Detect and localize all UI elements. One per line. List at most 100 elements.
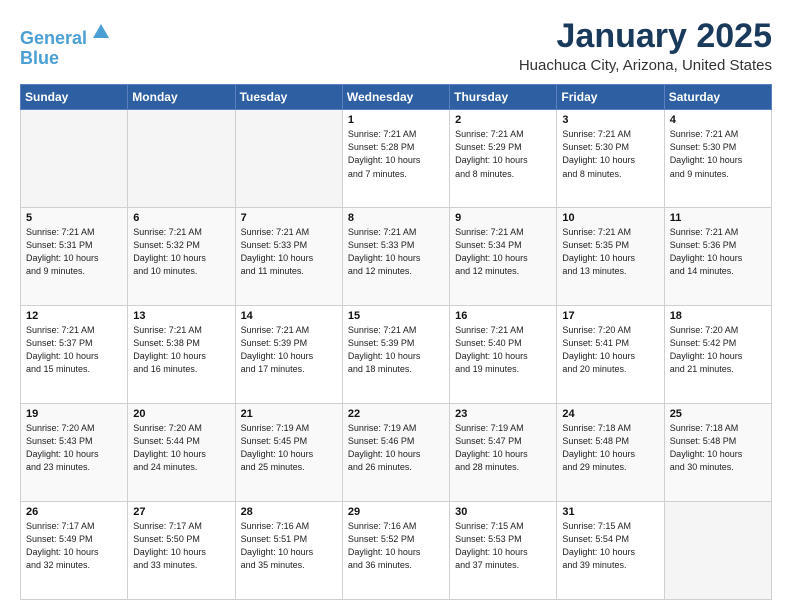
calendar-cell: 23 Sunrise: 7:19 AM Sunset: 5:47 PM Dayli… [450,404,557,502]
day-info: Sunrise: 7:20 AM Sunset: 5:42 PM Dayligh… [670,324,766,376]
day-number: 23 [455,408,551,420]
calendar-cell: 11Sunrise: 7:21 AM Sunset: 5:36 PM Dayli… [664,208,771,306]
day-number: 19 [26,408,122,420]
calendar-cell: 9Sunrise: 7:21 AM Sunset: 5:34 PM Daylig… [450,208,557,306]
day-info: Sunrise: 7:21 AM Sunset: 5:30 PM Dayligh… [562,128,658,180]
calendar-header-thursday: Thursday [450,85,557,110]
header: General Blue January 2025 Huachuca City,… [20,18,772,74]
page: General Blue January 2025 Huachuca City,… [0,0,792,612]
day-info: Sunrise: 7:20 AM Sunset: 5:43 PM Dayligh… [26,422,122,474]
day-info: Sunrise: 7:16 AM Sunset: 5:52 PM Dayligh… [348,520,444,572]
calendar-cell: 27Sunrise: 7:17 AM Sunset: 5:50 PM Dayli… [128,502,235,600]
day-number: 30 [455,506,551,518]
calendar-cell: 8 Sunrise: 7:21 AM Sunset: 5:33 PM Daylig… [342,208,449,306]
day-number: 29 [348,506,444,518]
calendar-cell: 12 Sunrise: 7:21 AM Sunset: 5:37 PM Dayli… [21,306,128,404]
day-number: 4 [670,114,766,126]
calendar-cell: 14 Sunrise: 7:21 AM Sunset: 5:39 PM Dayli… [235,306,342,404]
day-number: 18 [670,310,766,322]
calendar-cell: 13 Sunrise: 7:21 AM Sunset: 5:38 PM Dayli… [128,306,235,404]
calendar-cell: 22Sunrise: 7:19 AM Sunset: 5:46 PM Dayli… [342,404,449,502]
calendar-table: SundayMondayTuesdayWednesdayThursdayFrid… [20,84,772,600]
calendar-cell: 29 Sunrise: 7:16 AM Sunset: 5:52 PM Dayli… [342,502,449,600]
title-block: January 2025 Huachuca City, Arizona, Uni… [519,18,772,74]
day-info: Sunrise: 7:15 AM Sunset: 5:53 PM Dayligh… [455,520,551,572]
day-info: Sunrise: 7:21 AM Sunset: 5:28 PM Dayligh… [348,128,444,180]
day-info: Sunrise: 7:20 AM Sunset: 5:41 PM Dayligh… [562,324,658,376]
day-info: Sunrise: 7:18 AM Sunset: 5:48 PM Dayligh… [670,422,766,474]
calendar-cell: 31 Sunrise: 7:15 AM Sunset: 5:54 PM Dayli… [557,502,664,600]
logo-blue: Blue [20,48,59,68]
calendar-cell: 17 Sunrise: 7:20 AM Sunset: 5:41 PM Dayli… [557,306,664,404]
calendar-week-2: 5 Sunrise: 7:21 AM Sunset: 5:31 PM Daylig… [21,208,772,306]
day-info: Sunrise: 7:18 AM Sunset: 5:48 PM Dayligh… [562,422,658,474]
calendar-cell: 2Sunrise: 7:21 AM Sunset: 5:29 PM Daylig… [450,110,557,208]
calendar-cell: 4 Sunrise: 7:21 AM Sunset: 5:30 PM Daylig… [664,110,771,208]
calendar-cell: 3 Sunrise: 7:21 AM Sunset: 5:30 PM Daylig… [557,110,664,208]
calendar-header-monday: Monday [128,85,235,110]
day-number: 21 [241,408,337,420]
calendar-cell: 1 Sunrise: 7:21 AM Sunset: 5:28 PM Daylig… [342,110,449,208]
day-number: 11 [670,212,766,224]
day-info: Sunrise: 7:20 AM Sunset: 5:44 PM Dayligh… [133,422,229,474]
calendar-week-4: 19 Sunrise: 7:20 AM Sunset: 5:43 PM Dayli… [21,404,772,502]
calendar-cell [664,502,771,600]
day-info: Sunrise: 7:21 AM Sunset: 5:33 PM Dayligh… [348,226,444,278]
calendar-cell [235,110,342,208]
calendar-cell: 7Sunrise: 7:21 AM Sunset: 5:33 PM Daylig… [235,208,342,306]
calendar-cell: 18 Sunrise: 7:20 AM Sunset: 5:42 PM Dayli… [664,306,771,404]
day-number: 2 [455,114,551,126]
day-number: 28 [241,506,337,518]
calendar-cell [128,110,235,208]
calendar-header-tuesday: Tuesday [235,85,342,110]
day-info: Sunrise: 7:19 AM Sunset: 5:47 PM Dayligh… [455,422,551,474]
day-number: 8 [348,212,444,224]
day-number: 24 [562,408,658,420]
day-number: 7 [241,212,337,224]
calendar-cell: 25 Sunrise: 7:18 AM Sunset: 5:48 PM Dayli… [664,404,771,502]
calendar-header-sunday: Sunday [21,85,128,110]
logo: General Blue [20,22,113,69]
day-number: 13 [133,310,229,322]
logo-general: General [20,28,87,48]
calendar-cell: 28 Sunrise: 7:16 AM Sunset: 5:51 PM Dayli… [235,502,342,600]
day-number: 31 [562,506,658,518]
calendar-cell: 15 Sunrise: 7:21 AM Sunset: 5:39 PM Dayli… [342,306,449,404]
day-number: 1 [348,114,444,126]
day-number: 5 [26,212,122,224]
logo-text: General Blue [20,22,113,69]
day-info: Sunrise: 7:21 AM Sunset: 5:32 PM Dayligh… [133,226,229,278]
day-number: 15 [348,310,444,322]
day-info: Sunrise: 7:15 AM Sunset: 5:54 PM Dayligh… [562,520,658,572]
day-info: Sunrise: 7:21 AM Sunset: 5:31 PM Dayligh… [26,226,122,278]
day-number: 17 [562,310,658,322]
calendar-week-5: 26Sunrise: 7:17 AM Sunset: 5:49 PM Dayli… [21,502,772,600]
calendar-header-saturday: Saturday [664,85,771,110]
day-info: Sunrise: 7:17 AM Sunset: 5:50 PM Dayligh… [133,520,229,572]
day-number: 10 [562,212,658,224]
day-number: 22 [348,408,444,420]
day-info: Sunrise: 7:21 AM Sunset: 5:39 PM Dayligh… [241,324,337,376]
day-info: Sunrise: 7:21 AM Sunset: 5:30 PM Dayligh… [670,128,766,180]
day-info: Sunrise: 7:21 AM Sunset: 5:37 PM Dayligh… [26,324,122,376]
logo-icon [89,20,113,44]
day-number: 14 [241,310,337,322]
calendar-cell: 30 Sunrise: 7:15 AM Sunset: 5:53 PM Dayli… [450,502,557,600]
calendar-cell: 19 Sunrise: 7:20 AM Sunset: 5:43 PM Dayli… [21,404,128,502]
calendar-cell: 20Sunrise: 7:20 AM Sunset: 5:44 PM Dayli… [128,404,235,502]
main-title: January 2025 [519,18,772,55]
day-info: Sunrise: 7:21 AM Sunset: 5:39 PM Dayligh… [348,324,444,376]
day-number: 12 [26,310,122,322]
calendar-cell: 26Sunrise: 7:17 AM Sunset: 5:49 PM Dayli… [21,502,128,600]
calendar-cell: 6 Sunrise: 7:21 AM Sunset: 5:32 PM Daylig… [128,208,235,306]
day-info: Sunrise: 7:21 AM Sunset: 5:38 PM Dayligh… [133,324,229,376]
day-info: Sunrise: 7:17 AM Sunset: 5:49 PM Dayligh… [26,520,122,572]
day-info: Sunrise: 7:16 AM Sunset: 5:51 PM Dayligh… [241,520,337,572]
day-number: 6 [133,212,229,224]
day-number: 25 [670,408,766,420]
day-info: Sunrise: 7:21 AM Sunset: 5:34 PM Dayligh… [455,226,551,278]
calendar-header-wednesday: Wednesday [342,85,449,110]
day-number: 16 [455,310,551,322]
day-number: 3 [562,114,658,126]
calendar-header-row: SundayMondayTuesdayWednesdayThursdayFrid… [21,85,772,110]
